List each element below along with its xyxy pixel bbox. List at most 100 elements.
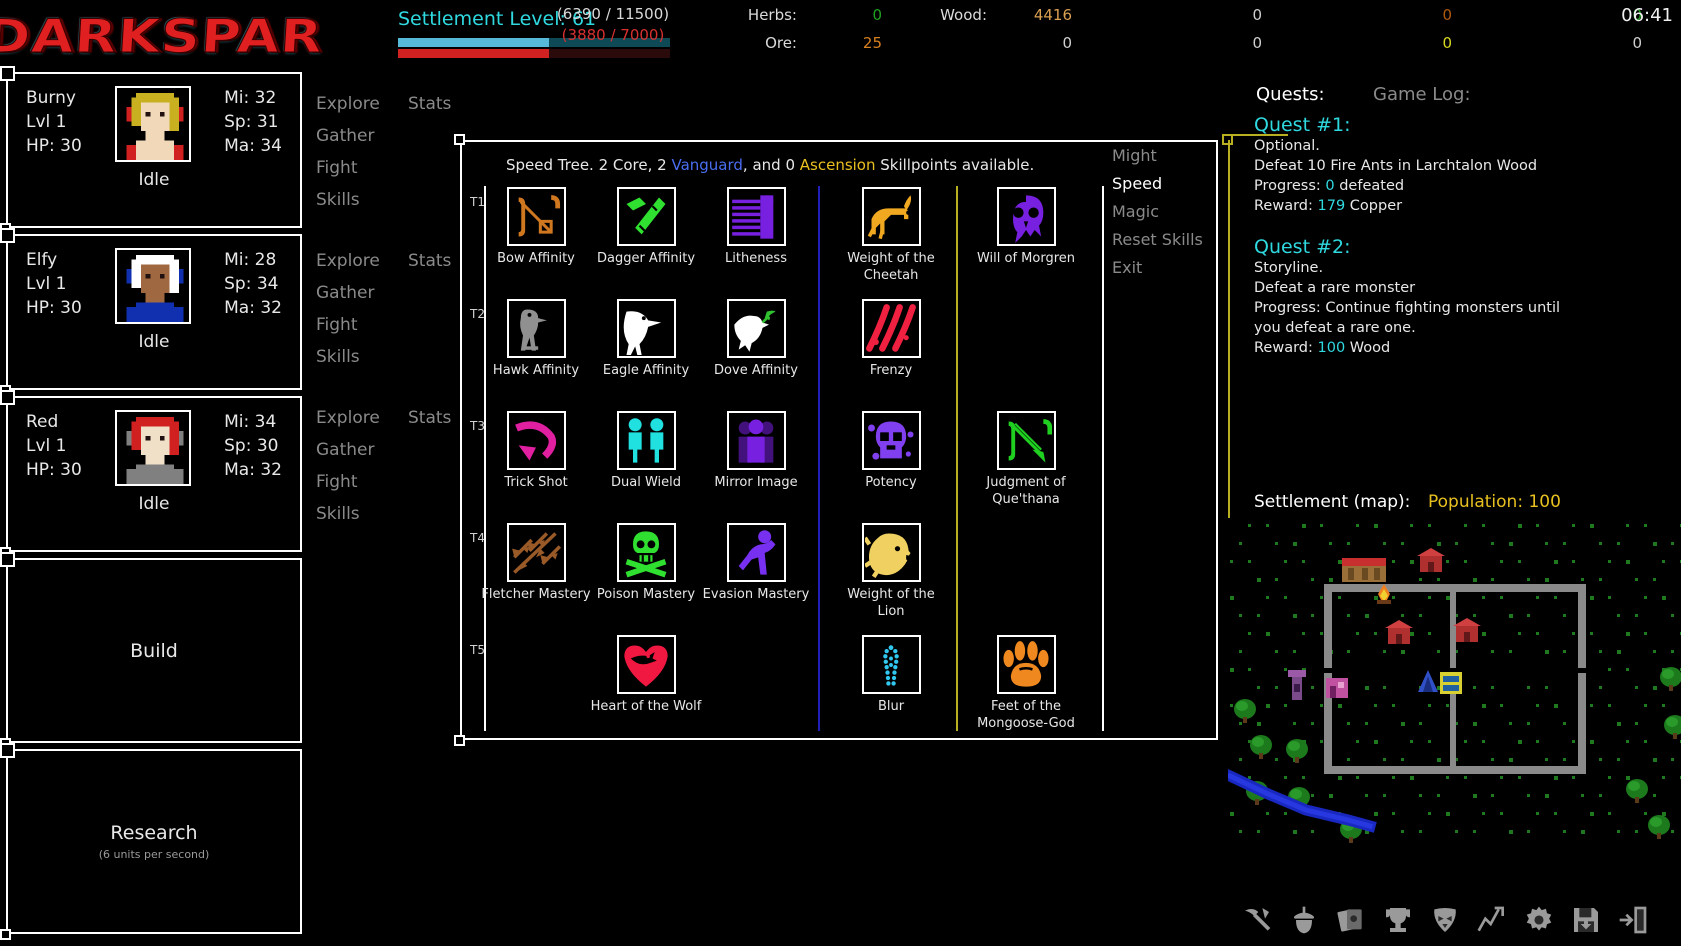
menu-item-skills[interactable]: Skills [308, 184, 460, 216]
acorn-icon[interactable] [1287, 903, 1321, 937]
character-card[interactable]: Burny Lvl 1 HP: 30 Mi: 32 Sp: 31 Ma: 34 … [0, 66, 302, 234]
dagger-icon[interactable] [616, 187, 676, 246]
ratio-secondary: (3880 / 7000) [561, 26, 665, 44]
skill-node[interactable]: Weight of the Cheetah [835, 187, 947, 284]
skill-node[interactable]: Feet of the Mongoose-God [970, 635, 1082, 732]
chart-icon[interactable] [1475, 903, 1509, 937]
skill-node[interactable]: Potency [835, 411, 947, 491]
resource-value: 0 [1252, 34, 1262, 52]
greenbow-icon[interactable] [996, 411, 1056, 470]
pickaxe-icon[interactable] [1240, 903, 1274, 937]
trophy-icon[interactable] [1381, 903, 1415, 937]
dualwield-icon[interactable] [616, 411, 676, 470]
character-might: Mi: 28 [224, 250, 277, 270]
menu-item-fight[interactable]: Fight [308, 466, 460, 498]
heart-icon[interactable] [616, 635, 676, 694]
resource-name: Ore: [765, 34, 797, 52]
skill-node[interactable]: Litheness [700, 187, 812, 267]
menu-item-stats[interactable]: Stats [408, 88, 451, 120]
eagle-icon[interactable] [616, 299, 676, 358]
skull-icon[interactable] [996, 187, 1056, 246]
skill-node[interactable]: Evasion Mastery [700, 523, 812, 603]
skill-node[interactable]: Judgment of Que'thana [970, 411, 1082, 508]
arrows-icon[interactable] [506, 523, 566, 582]
character-attributes: Mi: 34 Sp: 30 Ma: 32 [224, 410, 282, 482]
character-menu-2: Explore Gather Fight Skills Stats [308, 402, 460, 530]
frenzy-icon[interactable] [861, 299, 921, 358]
character-name: Burny [26, 88, 76, 108]
skill-node[interactable]: Fletcher Mastery [480, 523, 592, 603]
menu-item-gather[interactable]: Gather [308, 120, 460, 152]
skill-node[interactable]: Eagle Affinity [590, 299, 702, 379]
gear-icon[interactable] [1522, 903, 1556, 937]
skill-node[interactable]: Trick Shot [480, 411, 592, 491]
character-card[interactable]: Red Lvl 1 HP: 30 Mi: 34 Sp: 30 Ma: 32 Id… [0, 390, 302, 558]
resource-value: 0 [872, 6, 882, 24]
skill-node[interactable]: Poison Mastery [590, 523, 702, 603]
character-attributes: Mi: 32 Sp: 31 Ma: 34 [224, 86, 282, 158]
tree-tab-magic[interactable]: Magic [1104, 198, 1224, 226]
trickshot-icon[interactable] [506, 411, 566, 470]
evasion-icon[interactable] [726, 523, 786, 582]
skill-node[interactable]: Will of Morgren [970, 187, 1082, 267]
research-panel[interactable]: Research (6 units per second) [0, 743, 302, 940]
build-panel[interactable]: Build [0, 552, 302, 749]
menu-item-stats[interactable]: Stats [408, 402, 451, 434]
resource-value: 4416 [1033, 6, 1072, 24]
save-icon[interactable] [1569, 903, 1603, 937]
skill-node[interactable]: Blur [835, 635, 947, 715]
skill-node[interactable]: Frenzy [835, 299, 947, 379]
hawk-icon[interactable] [506, 299, 566, 358]
paw-icon[interactable] [996, 635, 1056, 694]
exit-icon[interactable] [1616, 903, 1650, 937]
settlement-map[interactable] [1228, 518, 1681, 848]
skill-node[interactable]: Hawk Affinity [480, 299, 592, 379]
map-canvas [1228, 518, 1681, 848]
research-rate: (6 units per second) [98, 848, 210, 861]
header-pre: Speed Tree. 2 Core, 2 [506, 156, 672, 174]
avatar[interactable] [114, 248, 191, 324]
blur-icon[interactable] [861, 635, 921, 694]
tab-quests[interactable]: Quests: [1256, 84, 1325, 105]
quest-title: Quest #1: [1254, 114, 1351, 136]
poison-icon[interactable] [616, 523, 676, 582]
cheetah-icon[interactable] [861, 187, 921, 246]
dove-icon[interactable] [726, 299, 786, 358]
character-identity: Elfy Lvl 1 HP: 30 [26, 248, 82, 320]
skill-node[interactable]: Dual Wield [590, 411, 702, 491]
avatar[interactable] [114, 410, 191, 486]
menu-item-skills[interactable]: Skills [308, 498, 460, 530]
skill-node[interactable]: Mirror Image [700, 411, 812, 491]
menu-item-gather[interactable]: Gather [308, 277, 460, 309]
tree-tab-speed[interactable]: Speed [1104, 170, 1224, 198]
quest-line: Progress: 0 defeated [1254, 178, 1405, 194]
skill-label: Weight of the Cheetah [847, 251, 935, 283]
tab-game-log[interactable]: Game Log: [1373, 84, 1471, 105]
skill-node[interactable]: Dove Affinity [700, 299, 812, 379]
character-name: Elfy [26, 250, 58, 270]
tree-tab-might[interactable]: Might [1104, 142, 1224, 170]
menu-item-fight[interactable]: Fight [308, 152, 460, 184]
skill-node[interactable]: Weight of the Lion [835, 523, 947, 620]
resource-value: 0 [1442, 6, 1452, 24]
demon-mask-icon[interactable] [1428, 903, 1462, 937]
menu-item-gather[interactable]: Gather [308, 434, 460, 466]
cards-icon[interactable] [1334, 903, 1368, 937]
tree-tab-reset-skills[interactable]: Reset Skills [1104, 226, 1224, 254]
litheness-icon[interactable] [726, 187, 786, 246]
character-menu-0: Explore Gather Fight Skills Stats [308, 88, 460, 216]
skill-node[interactable]: Heart of the Wolf [590, 635, 702, 715]
avatar[interactable] [114, 86, 191, 162]
tree-tab-exit[interactable]: Exit [1104, 254, 1224, 282]
skill-node[interactable]: Bow Affinity [480, 187, 592, 267]
menu-item-stats[interactable]: Stats [408, 245, 451, 277]
mirror-icon[interactable] [726, 411, 786, 470]
bow-icon[interactable] [506, 187, 566, 246]
potency-icon[interactable] [861, 411, 921, 470]
lion-icon[interactable] [861, 523, 921, 582]
menu-item-fight[interactable]: Fight [308, 309, 460, 341]
skill-node[interactable]: Dagger Affinity [590, 187, 702, 267]
party-panel: Burny Lvl 1 HP: 30 Mi: 32 Sp: 31 Ma: 34 … [0, 66, 308, 946]
character-card[interactable]: Elfy Lvl 1 HP: 30 Mi: 28 Sp: 34 Ma: 32 I… [0, 228, 302, 396]
menu-item-skills[interactable]: Skills [308, 341, 460, 373]
